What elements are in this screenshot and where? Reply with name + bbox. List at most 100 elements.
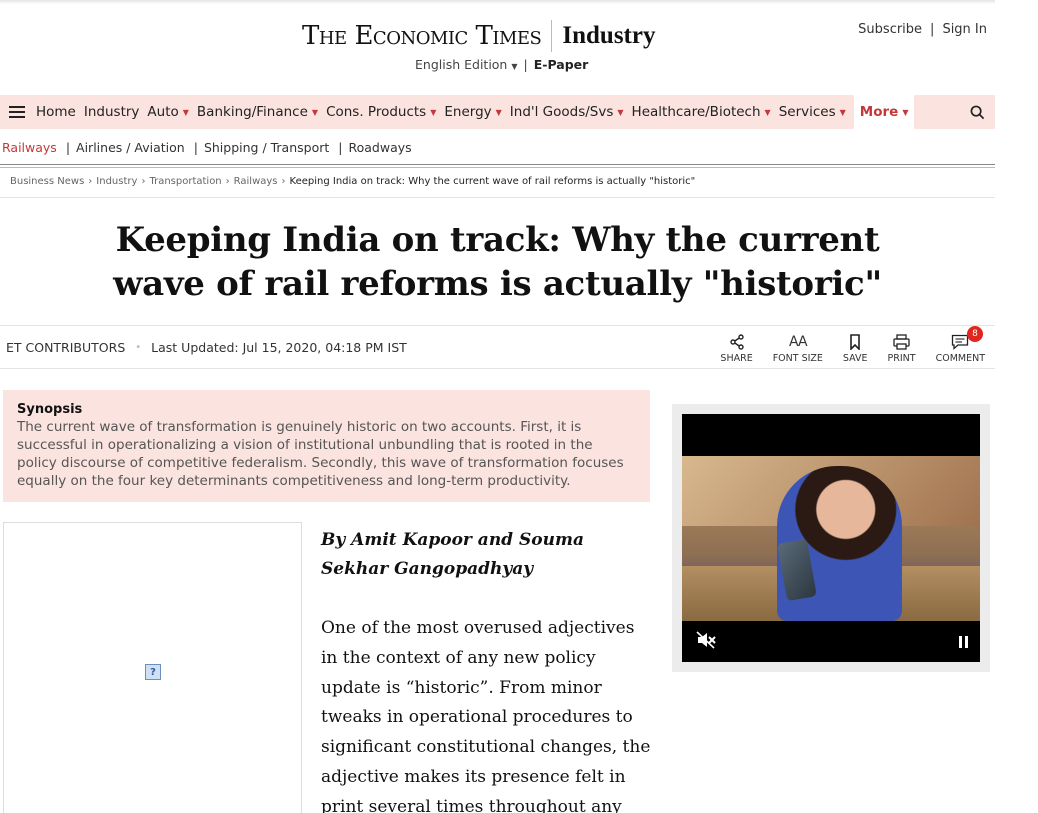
font-size-label: FONT SIZE — [772, 353, 823, 364]
nav-label: Ind'l Goods/Svs — [509, 104, 614, 120]
article-tools: SHARE AA FONT SIZE SAVE PRINT 8 COMMENT — [720, 326, 985, 364]
nav-item-energy[interactable]: Energy ▼ — [440, 95, 505, 129]
subnav-railways[interactable]: Railways — [2, 140, 57, 155]
account-links: Subscribe | Sign In — [858, 22, 987, 37]
font-size-icon: AA — [789, 334, 808, 350]
caret-down-icon: ▼ — [182, 107, 189, 117]
print-label: PRINT — [887, 353, 916, 364]
logo-divider — [551, 20, 553, 52]
nav-divider — [0, 164, 995, 168]
nav-label: Healthcare/Biotech — [631, 104, 761, 120]
nav-item-more[interactable]: More ▼ — [853, 95, 915, 129]
synopsis-box: Synopsis The current wave of transformat… — [3, 390, 650, 502]
last-updated: Last Updated: Jul 15, 2020, 04:18 PM IST — [151, 340, 407, 355]
nav-item-indl-goods[interactable]: Ind'l Goods/Svs ▼ — [506, 95, 628, 129]
byline-bar: ET CONTRIBUTORS • Last Updated: Jul 15, … — [0, 325, 995, 369]
edition-row: English Edition ▼ | E-Paper — [415, 57, 588, 72]
article-body: One of the most overused adjectives in t… — [321, 618, 651, 813]
nav-label: Auto — [147, 104, 179, 120]
byline-dot: • — [135, 342, 142, 353]
breadcrumb-separator: › — [141, 176, 146, 187]
printer-icon — [893, 333, 910, 351]
nav-label: Industry — [83, 104, 140, 120]
breadcrumb: Business News › Industry › Transportatio… — [10, 176, 695, 187]
breadcrumb-separator: › — [281, 176, 286, 187]
subnav-shipping[interactable]: Shipping / Transport — [204, 140, 329, 155]
font-size-button[interactable]: AA FONT SIZE — [773, 333, 823, 364]
article-author: By Amit Kapoor and Souma Sekhar Gangopad… — [321, 530, 584, 579]
video-controls — [682, 622, 980, 662]
subnav-separator: | — [193, 140, 198, 155]
ad-slot[interactable]: ? — [3, 522, 302, 813]
nav-label: Home — [36, 104, 76, 120]
byline: ET CONTRIBUTORS • Last Updated: Jul 15, … — [6, 340, 407, 355]
muted-speaker-icon[interactable] — [696, 631, 716, 653]
nav-item-healthcare[interactable]: Healthcare/Biotech ▼ — [628, 95, 775, 129]
pause-icon[interactable] — [959, 636, 968, 648]
nav-item-services[interactable]: Services ▼ — [775, 95, 850, 129]
synopsis-text: The current wave of transformation is ge… — [17, 419, 624, 489]
hamburger-menu-icon[interactable] — [0, 95, 32, 129]
save-button[interactable]: SAVE — [843, 333, 868, 364]
nav-label: More — [859, 104, 899, 120]
caret-down-icon: ▼ — [617, 107, 624, 117]
section-title[interactable]: Industry — [562, 22, 655, 50]
share-icon — [729, 333, 745, 351]
print-button[interactable]: PRINT — [888, 333, 916, 364]
subnav-airlines[interactable]: Airlines / Aviation — [76, 140, 185, 155]
breadcrumb-separator: › — [225, 176, 230, 187]
caret-down-icon: ▼ — [902, 107, 909, 117]
caret-down-icon: ▼ — [839, 107, 846, 117]
video-player-frame — [672, 404, 990, 672]
breadcrumb-transportation[interactable]: Transportation — [149, 176, 221, 187]
share-label: SHARE — [720, 353, 753, 364]
breadcrumb-current: Keeping India on track: Why the current … — [289, 176, 696, 187]
caret-down-icon: ▼ — [511, 62, 518, 71]
epaper-link[interactable]: E-Paper — [534, 57, 589, 72]
sub-nav: Railways | Airlines / Aviation | Shippin… — [2, 140, 412, 155]
video-thumbnail — [682, 456, 980, 621]
edition-selector[interactable]: English Edition ▼ — [415, 57, 518, 72]
breadcrumb-railways[interactable]: Railways — [234, 176, 278, 187]
nav-item-auto[interactable]: Auto ▼ — [143, 95, 193, 129]
bookmark-icon — [849, 333, 861, 351]
share-button[interactable]: SHARE — [720, 333, 753, 364]
synopsis-title: Synopsis — [17, 402, 83, 417]
nav-item-banking-finance[interactable]: Banking/Finance ▼ — [193, 95, 322, 129]
subnav-roadways[interactable]: Roadways — [349, 140, 412, 155]
sign-in-link[interactable]: Sign In — [942, 22, 987, 37]
edition-label: English Edition — [415, 57, 508, 72]
subnav-separator: | — [65, 140, 71, 155]
comment-button[interactable]: 8 COMMENT — [935, 326, 985, 364]
main-nav: Home Industry Auto ▼ Banking/Finance ▼ Con… — [0, 95, 995, 129]
nav-item-cons-products[interactable]: Cons. Products ▼ — [322, 95, 440, 129]
video-player[interactable] — [682, 414, 980, 662]
et-logo[interactable]: The Economic Times — [302, 21, 542, 51]
breadcrumb-separator: › — [88, 176, 93, 187]
article-headline: Keeping India on track: Why the current … — [113, 220, 882, 304]
breadcrumb-business-news[interactable]: Business News — [10, 176, 84, 187]
nav-item-industry[interactable]: Industry — [80, 95, 144, 129]
subscribe-link[interactable]: Subscribe — [858, 22, 922, 37]
contributors-link[interactable]: ET CONTRIBUTORS — [6, 340, 125, 355]
nav-label: Services — [778, 104, 836, 120]
search-icon[interactable] — [960, 95, 995, 129]
edition-separator: | — [523, 57, 528, 72]
breadcrumb-divider — [0, 197, 995, 198]
nav-label: Cons. Products — [326, 104, 427, 120]
caret-down-icon: ▼ — [764, 107, 771, 117]
save-label: SAVE — [842, 353, 868, 364]
comment-label: COMMENT — [935, 353, 985, 364]
caret-down-icon: ▼ — [495, 107, 502, 117]
subnav-separator: | — [338, 140, 343, 155]
caret-down-icon: ▼ — [311, 107, 319, 117]
comment-count-badge: 8 — [967, 326, 983, 342]
nav-label: Energy — [444, 104, 492, 120]
logo-block[interactable]: The Economic Times Industry — [302, 20, 655, 52]
nav-item-home[interactable]: Home — [32, 95, 80, 129]
nav-label: Banking/Finance — [196, 104, 308, 120]
breadcrumb-industry[interactable]: Industry — [96, 176, 137, 187]
caret-down-icon: ▼ — [430, 107, 437, 117]
masthead: The Economic Times Industry English Edit… — [0, 18, 995, 78]
top-shadow — [0, 0, 995, 4]
